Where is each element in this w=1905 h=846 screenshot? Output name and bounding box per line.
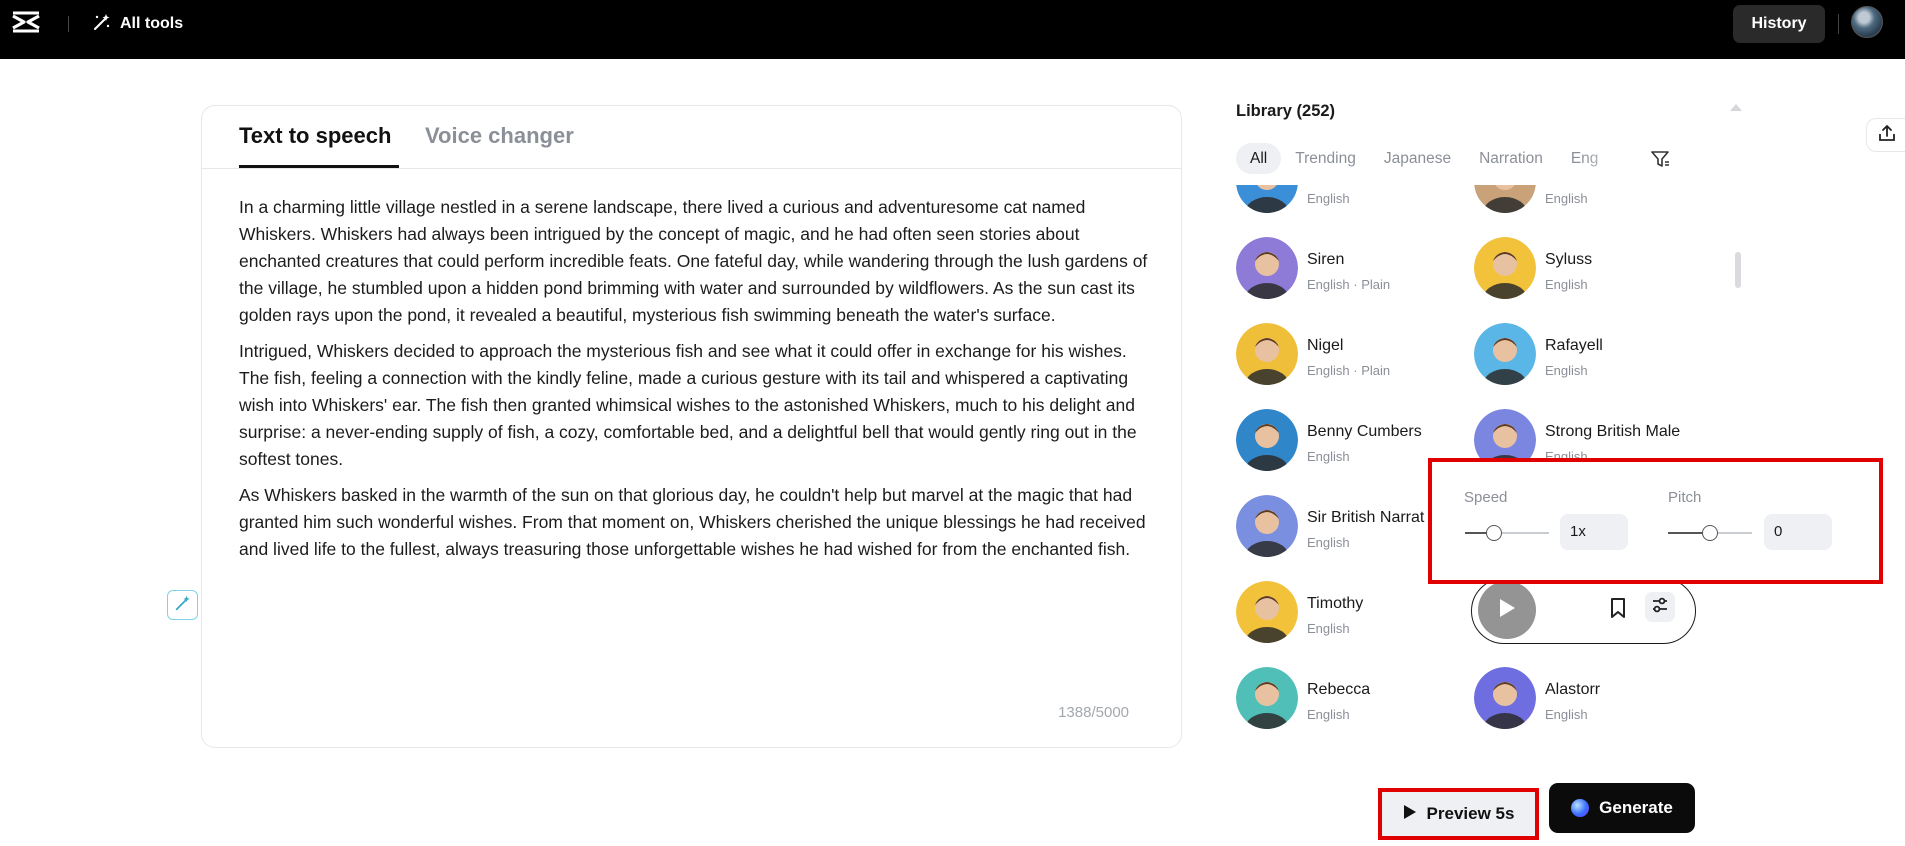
voice-language: English bbox=[1307, 449, 1350, 464]
generate-button[interactable]: Generate bbox=[1549, 783, 1695, 833]
play-icon bbox=[1403, 804, 1417, 825]
voice-avatar bbox=[1474, 237, 1536, 299]
voice-card[interactable]: Rebecca English bbox=[1232, 663, 1462, 733]
voice-card[interactable]: Timothy English bbox=[1232, 577, 1462, 647]
voice-avatar bbox=[1474, 323, 1536, 385]
voice-avatar bbox=[1236, 409, 1298, 471]
export-icon bbox=[1878, 124, 1896, 147]
all-tools-button[interactable]: All tools bbox=[92, 12, 183, 36]
library-title: Library (252) bbox=[1236, 102, 1336, 120]
voice-card[interactable]: Rafayell English bbox=[1470, 319, 1700, 389]
mode-tabs: Text to speech Voice changer bbox=[202, 106, 1181, 169]
sliders-icon bbox=[1650, 595, 1670, 620]
ai-write-button[interactable] bbox=[167, 590, 198, 620]
preview-label: Preview 5s bbox=[1426, 804, 1515, 823]
paragraph: As Whiskers basked in the warmth of the … bbox=[239, 485, 1146, 559]
voice-avatar bbox=[1236, 237, 1298, 299]
generate-orb-icon bbox=[1571, 799, 1590, 817]
active-tab-indicator bbox=[239, 165, 399, 168]
speed-value-input[interactable]: 1x bbox=[1560, 514, 1628, 550]
collapse-up-icon[interactable] bbox=[1730, 104, 1742, 111]
voice-settings-button[interactable] bbox=[1645, 592, 1675, 622]
play-icon bbox=[1497, 597, 1517, 624]
voice-name: Benny Cumbers bbox=[1307, 423, 1422, 440]
voice-avatar bbox=[1474, 185, 1536, 213]
voice-name: Timothy bbox=[1307, 595, 1364, 612]
voice-card[interactable]: Alastorr English bbox=[1470, 663, 1700, 733]
voice-card[interactable]: Siren English · Plain bbox=[1232, 233, 1462, 303]
top-bar: All tools History bbox=[0, 0, 1905, 59]
voice-avatar bbox=[1236, 495, 1298, 557]
pitch-slider-handle[interactable] bbox=[1702, 525, 1718, 541]
voice-name: Strong British Male bbox=[1545, 423, 1681, 440]
capcut-logo-icon[interactable] bbox=[10, 10, 42, 38]
voice-name: Rafayell bbox=[1545, 337, 1603, 354]
export-button[interactable] bbox=[1866, 118, 1905, 152]
pitch-value-input[interactable]: 0 bbox=[1764, 514, 1832, 550]
magic-wand-icon bbox=[174, 594, 192, 617]
voice-language: English bbox=[1307, 707, 1350, 722]
voice-card[interactable]: Nigel English · Plain bbox=[1232, 319, 1462, 389]
tab-text-to-speech[interactable]: Text to speech bbox=[239, 123, 391, 149]
voice-avatar bbox=[1474, 667, 1536, 729]
voice-language: English bbox=[1545, 191, 1588, 206]
filter-chip-japanese[interactable]: Japanese bbox=[1370, 143, 1465, 174]
pitch-label: Pitch bbox=[1668, 489, 1702, 506]
voice-language: English bbox=[1307, 621, 1350, 636]
tab-voice-changer[interactable]: Voice changer bbox=[425, 123, 574, 149]
script-textarea[interactable]: In a charming little village nestled in … bbox=[239, 194, 1149, 572]
library-filter-chips: All Trending Japanese Narration Eng bbox=[1236, 143, 1612, 174]
paragraph: In a charming little village nestled in … bbox=[239, 197, 1148, 325]
library-scrollbar[interactable] bbox=[1735, 252, 1741, 288]
voice-name: Rebecca bbox=[1307, 681, 1371, 698]
voice-name: Syluss bbox=[1545, 251, 1593, 268]
voice-avatar bbox=[1236, 323, 1298, 385]
voice-language: English bbox=[1545, 707, 1588, 722]
filter-chip-all[interactable]: All bbox=[1236, 143, 1282, 174]
paragraph: Intrigued, Whiskers decided to approach … bbox=[239, 341, 1137, 469]
preview-button[interactable]: Preview 5s bbox=[1378, 788, 1539, 840]
filter-chip-narration[interactable]: Narration bbox=[1465, 143, 1557, 174]
chip-fade bbox=[1580, 143, 1650, 174]
divider bbox=[1838, 14, 1839, 34]
voice-card[interactable]: Syluss English bbox=[1470, 233, 1700, 303]
history-button[interactable]: History bbox=[1733, 5, 1825, 43]
play-voice-button[interactable] bbox=[1478, 581, 1536, 639]
generate-label: Generate bbox=[1599, 798, 1673, 817]
divider bbox=[68, 16, 69, 32]
voice-name: Nigel bbox=[1307, 337, 1344, 354]
voice-language: English · Plain bbox=[1307, 363, 1391, 378]
magic-wand-icon bbox=[92, 12, 112, 37]
filter-chip-trending[interactable]: Trending bbox=[1281, 143, 1370, 174]
voice-name: Siren bbox=[1307, 251, 1345, 268]
filter-icon[interactable] bbox=[1650, 149, 1670, 169]
voice-name: Alastorr bbox=[1545, 681, 1601, 698]
voice-name: Sir British Narrat bbox=[1307, 509, 1425, 526]
voice-language: English bbox=[1545, 363, 1588, 378]
voice-avatar bbox=[1236, 667, 1298, 729]
voice-card[interactable]: English bbox=[1232, 185, 1462, 217]
all-tools-label: All tools bbox=[120, 15, 184, 32]
text-editor-card: Text to speech Voice changer In a charmi… bbox=[201, 105, 1182, 748]
character-counter: 1388/5000 bbox=[1058, 704, 1129, 721]
voice-card[interactable]: English bbox=[1470, 185, 1700, 217]
voice-language: English bbox=[1307, 191, 1350, 206]
voice-language: English bbox=[1307, 535, 1350, 550]
bookmark-icon[interactable] bbox=[1607, 596, 1629, 620]
voice-language: English · Plain bbox=[1307, 277, 1391, 292]
voice-avatar bbox=[1236, 581, 1298, 643]
speed-slider[interactable] bbox=[1465, 532, 1549, 534]
speed-label: Speed bbox=[1464, 489, 1508, 506]
voice-language: English bbox=[1545, 277, 1588, 292]
voice-avatar bbox=[1236, 185, 1298, 213]
user-avatar[interactable] bbox=[1851, 6, 1883, 38]
